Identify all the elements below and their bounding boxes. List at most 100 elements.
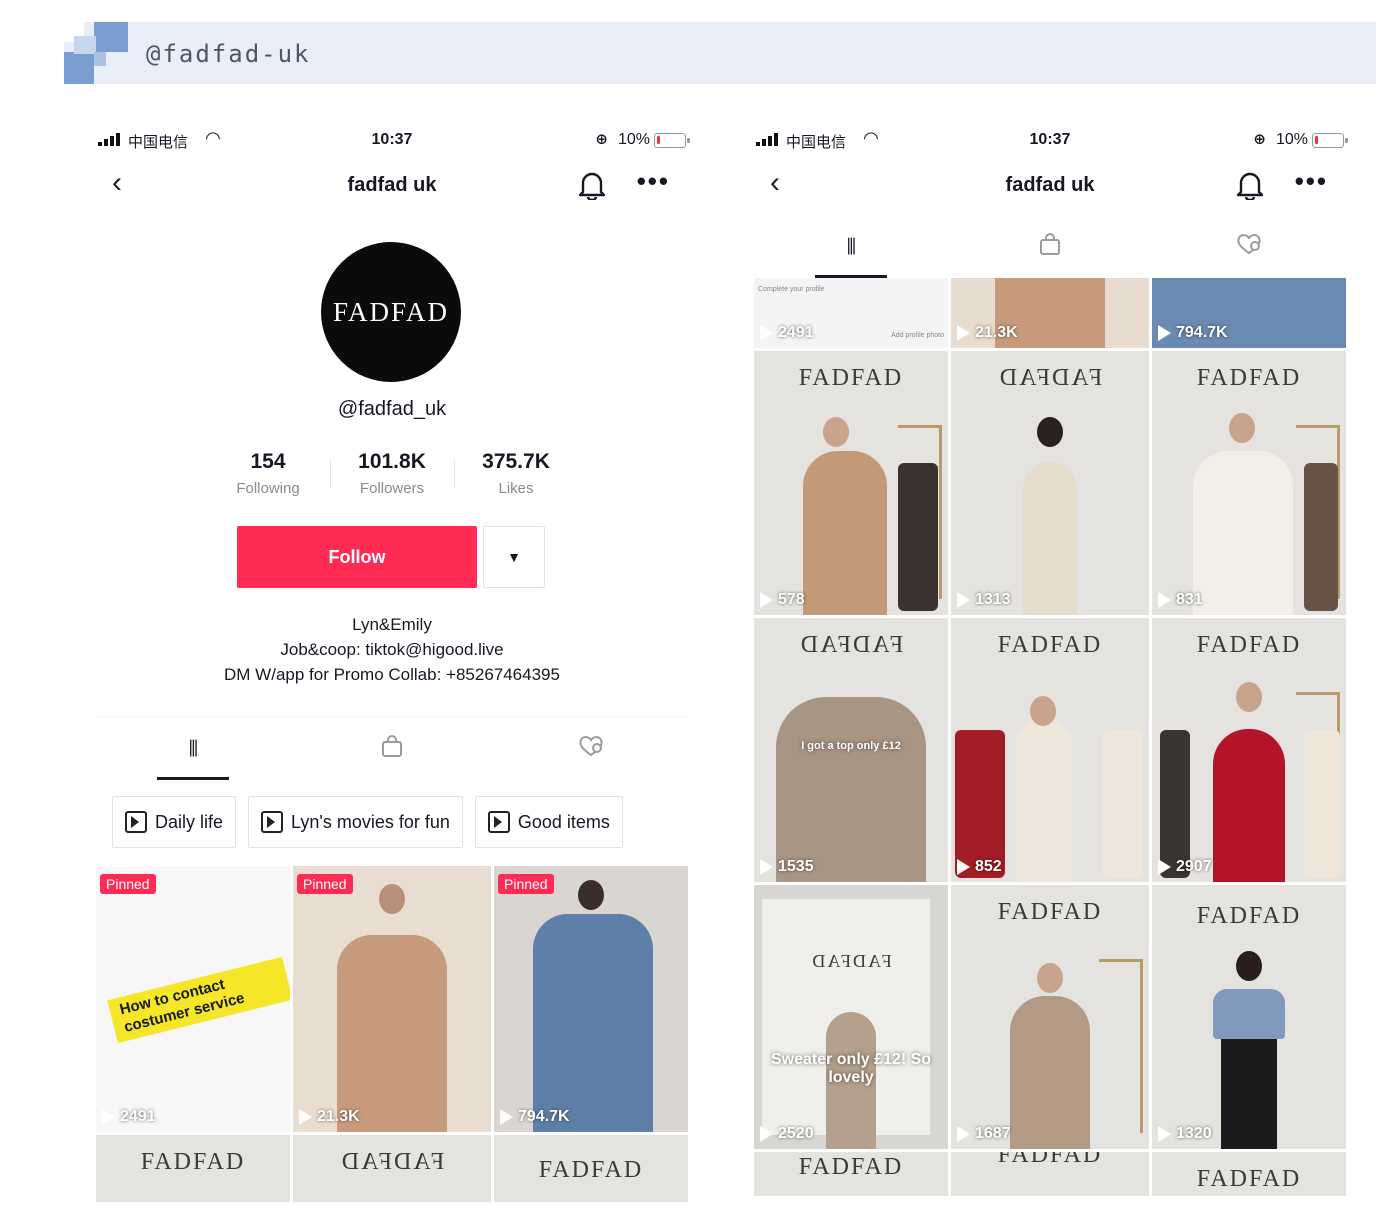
play-icon bbox=[957, 592, 970, 608]
thumbnail-figure bbox=[1236, 682, 1262, 712]
thumbnail-figure bbox=[1193, 451, 1293, 615]
battery-icon bbox=[654, 133, 690, 148]
video-thumbnail[interactable]: Pinned 794.7K bbox=[494, 866, 688, 1132]
tab-shop[interactable] bbox=[293, 717, 492, 780]
thumbnail-figure bbox=[1304, 463, 1338, 611]
status-bar: 中国电信 ◠ 10:37 ⊕ 10% bbox=[752, 128, 1348, 152]
video-thumbnail[interactable]: 794.7K bbox=[1152, 278, 1346, 348]
video-thumbnail[interactable]: FADFAD bbox=[293, 1135, 491, 1202]
battery-icon bbox=[1312, 133, 1348, 148]
thumbnail-figure bbox=[1037, 963, 1063, 993]
view-count-value: 831 bbox=[1176, 591, 1203, 608]
video-grid: Complete your profile Add profile photo … bbox=[754, 278, 1346, 1196]
video-thumbnail[interactable]: FADFAD 852 bbox=[951, 618, 1149, 882]
video-thumbnail[interactable]: FADFAD bbox=[951, 1152, 1149, 1196]
playlist-icon bbox=[487, 811, 510, 833]
video-grid: Pinned How to contact costumer service 2… bbox=[96, 866, 688, 1202]
video-thumbnail[interactable]: Pinned How to contact costumer service 2… bbox=[96, 866, 290, 1132]
view-count: 21.3K bbox=[957, 324, 1018, 342]
thumbnail-figure bbox=[776, 697, 926, 882]
bio-line: DM W/app for Promo Collab: +85267464395 bbox=[224, 665, 560, 684]
playlist-icon bbox=[261, 811, 284, 833]
thumbnail-figure bbox=[1304, 730, 1340, 878]
thumbnail-brand: FADFAD bbox=[1196, 632, 1302, 658]
video-thumbnail[interactable]: FADFAD 1320 bbox=[1152, 885, 1346, 1149]
account-handle: @fadfad-uk bbox=[146, 40, 311, 68]
view-count-value: 21.3K bbox=[975, 324, 1018, 341]
tab-videos[interactable]: ⫴ bbox=[94, 717, 293, 780]
tab-shop[interactable] bbox=[951, 216, 1150, 278]
thumbnail-figure bbox=[379, 884, 405, 914]
thumbnail-figure bbox=[1236, 951, 1262, 981]
video-thumbnail[interactable]: Pinned 21.3K bbox=[293, 866, 491, 1132]
thumbnail-caption: How to contact costumer service bbox=[107, 956, 290, 1044]
play-icon bbox=[102, 1109, 115, 1125]
thumbnail-text: Complete your profile bbox=[758, 286, 825, 293]
playlist-lyns-movies[interactable]: Lyn's movies for fun bbox=[248, 796, 463, 848]
video-thumbnail[interactable]: 21.3K bbox=[951, 278, 1149, 348]
view-count: 2520 bbox=[760, 1125, 814, 1143]
video-thumbnail[interactable]: FADFAD 831 bbox=[1152, 351, 1346, 615]
follow-button[interactable]: Follow bbox=[237, 526, 477, 588]
view-count: 2907 bbox=[1158, 858, 1212, 876]
view-count: 578 bbox=[760, 591, 805, 609]
suggested-accounts-button[interactable]: ▼ bbox=[483, 526, 545, 588]
view-count: 852 bbox=[957, 858, 1002, 876]
view-count: 794.7K bbox=[1158, 324, 1228, 342]
thumbnail-figure bbox=[823, 417, 849, 447]
video-thumbnail[interactable]: FADFAD 1313 bbox=[951, 351, 1149, 615]
tab-liked[interactable] bbox=[491, 717, 690, 780]
play-icon bbox=[760, 592, 773, 608]
play-icon bbox=[760, 859, 773, 875]
pinned-badge: Pinned bbox=[498, 874, 554, 894]
tab-videos[interactable]: ⫴ bbox=[752, 216, 951, 278]
play-icon bbox=[1158, 859, 1171, 875]
video-thumbnail[interactable]: FADFAD bbox=[754, 1152, 948, 1196]
profile-handle: @fadfad_uk bbox=[337, 398, 447, 420]
thumbnail-figure bbox=[1160, 730, 1190, 878]
thumbnail-brand: FADFAD bbox=[997, 632, 1103, 658]
thumbnail-brand: FADFAD bbox=[538, 1157, 644, 1183]
bell-icon[interactable] bbox=[578, 170, 606, 205]
view-count: 794.7K bbox=[500, 1108, 570, 1126]
video-thumbnail[interactable]: FADFAD bbox=[96, 1135, 290, 1202]
thumbnail-figure bbox=[337, 935, 447, 1132]
more-icon[interactable]: ••• bbox=[1295, 166, 1328, 197]
profile-bio: Lyn&Emily Job&coop: tiktok@higood.live D… bbox=[94, 612, 690, 687]
status-bar: 中国电信 ◠ 10:37 ⊕ 10% bbox=[94, 128, 690, 152]
view-count-value: 578 bbox=[778, 591, 805, 608]
liked-heart-icon bbox=[577, 734, 605, 764]
bell-icon[interactable] bbox=[1236, 170, 1264, 205]
stat-likes[interactable]: 375.7K Likes bbox=[454, 450, 578, 497]
play-icon bbox=[1158, 1126, 1171, 1142]
bio-line[interactable]: Job&coop: tiktok@higood.live bbox=[94, 637, 690, 662]
stat-following[interactable]: 154 Following bbox=[206, 450, 330, 497]
view-count-value: 794.7K bbox=[1176, 324, 1228, 341]
playlist-label: Good items bbox=[517, 811, 610, 832]
video-thumbnail[interactable]: FADFAD 2907 bbox=[1152, 618, 1346, 882]
rotation-lock-icon: ⊕ bbox=[1253, 131, 1266, 148]
thumbnail-figure bbox=[955, 730, 1005, 878]
tab-liked[interactable] bbox=[1149, 216, 1348, 278]
video-thumbnail[interactable]: FADFAD Sweater only £12! So lovely 2520 bbox=[754, 885, 948, 1149]
thumbnail-figure bbox=[898, 463, 938, 611]
playlist-daily-life[interactable]: Daily life bbox=[112, 796, 237, 848]
playlist-good-items[interactable]: Good items bbox=[474, 796, 623, 848]
play-icon bbox=[299, 1109, 312, 1125]
video-thumbnail[interactable]: FADFAD I got a top only £12 1535 bbox=[754, 618, 948, 882]
view-count: 2491 bbox=[760, 324, 814, 342]
thumbnail-brand: FADFAD bbox=[997, 899, 1103, 925]
more-icon[interactable]: ••• bbox=[637, 166, 670, 197]
play-icon bbox=[957, 859, 970, 875]
video-thumbnail[interactable]: FADFAD bbox=[1152, 1152, 1346, 1196]
video-thumbnail[interactable]: Complete your profile Add profile photo … bbox=[754, 278, 948, 348]
video-thumbnail[interactable]: FADFAD 578 bbox=[754, 351, 948, 615]
thumbnail-figure bbox=[1037, 417, 1063, 447]
stat-followers[interactable]: 101.8K Followers bbox=[330, 450, 454, 497]
video-thumbnail[interactable]: FADFAD 1687 bbox=[951, 885, 1149, 1149]
video-thumbnail[interactable]: FADFAD bbox=[494, 1135, 688, 1202]
stat-label: Likes bbox=[498, 480, 534, 497]
avatar[interactable]: FADFAD bbox=[321, 242, 461, 382]
nav-bar: ‹ fadfad uk ••• bbox=[94, 164, 690, 208]
pinned-badge: Pinned bbox=[297, 874, 353, 894]
